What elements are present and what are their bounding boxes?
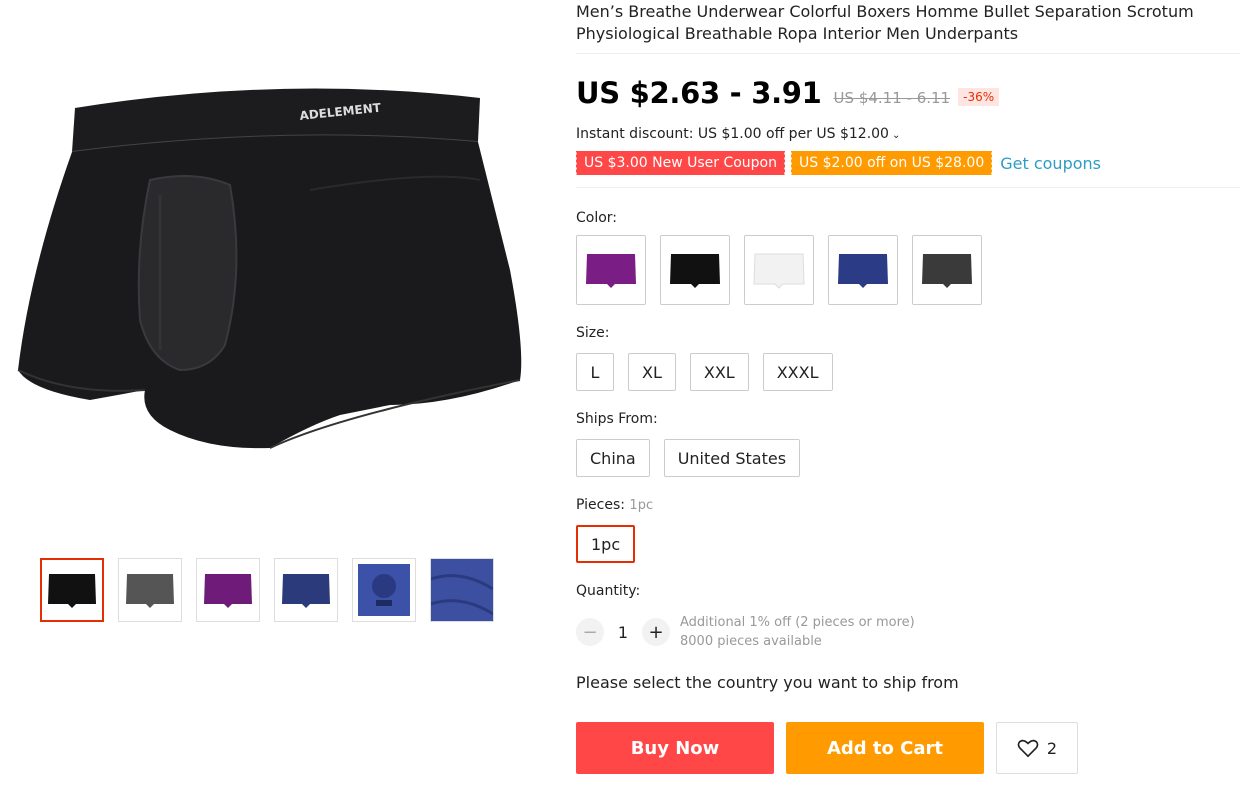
current-price: US $2.63 - 3.91: [576, 76, 822, 110]
quantity-stepper: − 1 + Additional 1% off (2 pieces or mor…: [576, 613, 1241, 651]
thumbnail-strip: [40, 558, 494, 622]
pieces-option-1pc[interactable]: 1pc: [576, 525, 636, 563]
size-option-xxxl[interactable]: XXXL: [762, 353, 833, 391]
instant-discount-text: Instant discount: US $1.00 off per US $1…: [576, 126, 889, 142]
bulk-discount-note: Additional 1% off (2 pieces or more): [680, 615, 915, 630]
main-product-image[interactable]: ADELEMENT: [10, 70, 530, 470]
size-label: Size:: [576, 325, 610, 341]
ship-country-note: Please select the country you want to sh…: [576, 673, 959, 692]
price-row: US $2.63 - 3.91 US $4.11 - 6.11 -36%: [576, 76, 1241, 110]
wishlist-count: 2: [1046, 738, 1058, 758]
quantity-section: Quantity: − 1 + Additional 1% off (2 pie…: [576, 583, 1241, 651]
color-swatch-purple[interactable]: [576, 235, 646, 305]
ships-from-united-states[interactable]: United States: [663, 439, 801, 477]
color-swatch-gray[interactable]: [912, 235, 982, 305]
quantity-plus-button[interactable]: +: [642, 618, 670, 646]
size-option-xl[interactable]: XL: [628, 353, 676, 391]
size-option-l[interactable]: L: [576, 353, 614, 391]
size-options: L XL XXL XXXL: [576, 353, 1241, 391]
pieces-options: 1pc: [576, 525, 1241, 563]
stock-available-note: 8000 pieces available: [680, 634, 822, 649]
thumbnail-purple[interactable]: [196, 558, 260, 622]
ships-from-options: China United States: [576, 439, 1241, 477]
thumbnail-fabric[interactable]: [430, 558, 494, 622]
ships-from-label: Ships From:: [576, 411, 658, 427]
quantity-value[interactable]: 1: [604, 623, 642, 642]
pieces-section: Pieces: 1pc 1pc: [576, 497, 1241, 563]
product-info: Men’s Breathe Underwear Colorful Boxers …: [575, 0, 1241, 774]
coupon-row: US $3.00 New User Coupon US $2.00 off on…: [575, 151, 1241, 175]
heart-icon: [1017, 739, 1039, 758]
color-swatch-white[interactable]: [744, 235, 814, 305]
product-title: Men’s Breathe Underwear Colorful Boxers …: [576, 2, 1194, 43]
add-to-cart-button[interactable]: Add to Cart: [786, 722, 984, 774]
color-section: Color:: [576, 210, 1241, 305]
original-price: US $4.11 - 6.11: [833, 89, 951, 107]
color-swatch-black[interactable]: [660, 235, 730, 305]
size-option-xxl[interactable]: XXL: [689, 353, 749, 391]
chevron-down-icon: ⌄: [891, 130, 901, 141]
action-buttons: Buy Now Add to Cart 2: [576, 722, 1241, 774]
discount-badge: -36%: [958, 88, 1000, 106]
thumbnail-black[interactable]: [40, 558, 104, 622]
thumbnail-navy[interactable]: [274, 558, 338, 622]
pieces-label-text: Pieces:: [576, 497, 625, 513]
quantity-minus-button[interactable]: −: [576, 618, 604, 646]
thumbnail-blue-detail[interactable]: [352, 558, 416, 622]
quantity-label: Quantity:: [576, 583, 641, 599]
color-swatch-navy[interactable]: [828, 235, 898, 305]
pieces-selected-hint: 1pc: [629, 498, 654, 513]
color-options: [576, 235, 1241, 305]
size-section: Size: L XL XXL XXXL: [576, 325, 1241, 391]
buy-now-button[interactable]: Buy Now: [576, 722, 774, 774]
get-coupons-link[interactable]: Get coupons: [1000, 154, 1101, 173]
divider: [576, 187, 1240, 188]
store-coupon[interactable]: US $2.00 off on US $28.00: [789, 151, 993, 175]
color-label: Color:: [576, 210, 618, 226]
thumbnail-gray[interactable]: [118, 558, 182, 622]
divider: [576, 53, 1240, 54]
pieces-label: Pieces: 1pc: [576, 497, 1241, 513]
quantity-notes: Additional 1% off (2 pieces or more) 800…: [680, 613, 915, 651]
ships-from-section: Ships From: China United States: [576, 411, 1241, 477]
wishlist-button[interactable]: 2: [996, 722, 1078, 774]
ships-from-china[interactable]: China: [576, 439, 650, 477]
instant-discount[interactable]: Instant discount: US $1.00 off per US $1…: [576, 126, 1241, 142]
new-user-coupon[interactable]: US $3.00 New User Coupon: [575, 151, 785, 175]
